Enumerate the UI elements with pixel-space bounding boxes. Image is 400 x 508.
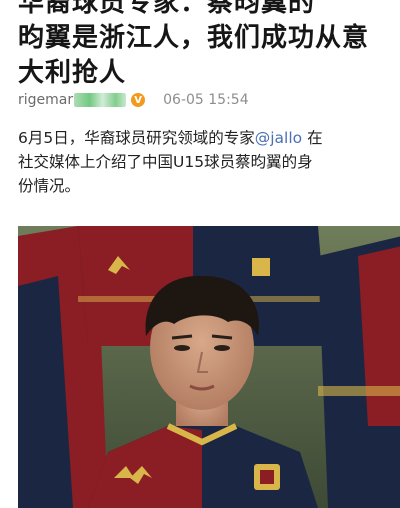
user-mention-link[interactable]: @jallo: [255, 129, 302, 147]
article-headline: 华裔球员专家：蔡昀翼的 昀翼是浙江人，我们成功从意 大利抢人: [18, 0, 400, 91]
author-name[interactable]: rigemar: [18, 92, 73, 108]
body-line-1: 6月5日，华裔球员研究领域的专家@jallo 在: [18, 126, 400, 150]
post-timestamp: 06-05 15:54: [163, 92, 249, 108]
headline-line-3: 大利抢人: [18, 58, 127, 88]
body-line-2: 社交媒体上介绍了中国U15球员蔡昀翼的身: [18, 153, 313, 171]
body-line-3: 份情况。: [18, 177, 81, 195]
headline-line-1: 华裔球员专家：蔡昀翼的: [18, 0, 316, 18]
body-line-1-text: 6月5日，华裔球员研究领域的专家: [18, 129, 255, 147]
body-line-1-tail: 在: [302, 129, 323, 147]
article-body: 6月5日，华裔球员研究领域的专家@jallo 在 社交媒体上介绍了中国U15球员…: [18, 126, 400, 198]
verified-badge-icon: V: [131, 93, 146, 107]
headline-line-2: 昀翼是浙江人，我们成功从意: [18, 23, 370, 53]
article-meta: rigemar V 06-05 15:54: [18, 90, 249, 110]
author-name-redaction: [74, 93, 127, 107]
article-page: 华裔球员专家：蔡昀翼的 昀翼是浙江人，我们成功从意 大利抢人 rigemar V…: [0, 0, 400, 508]
team-photo-illustration: [18, 226, 400, 508]
article-photo: [18, 226, 400, 508]
